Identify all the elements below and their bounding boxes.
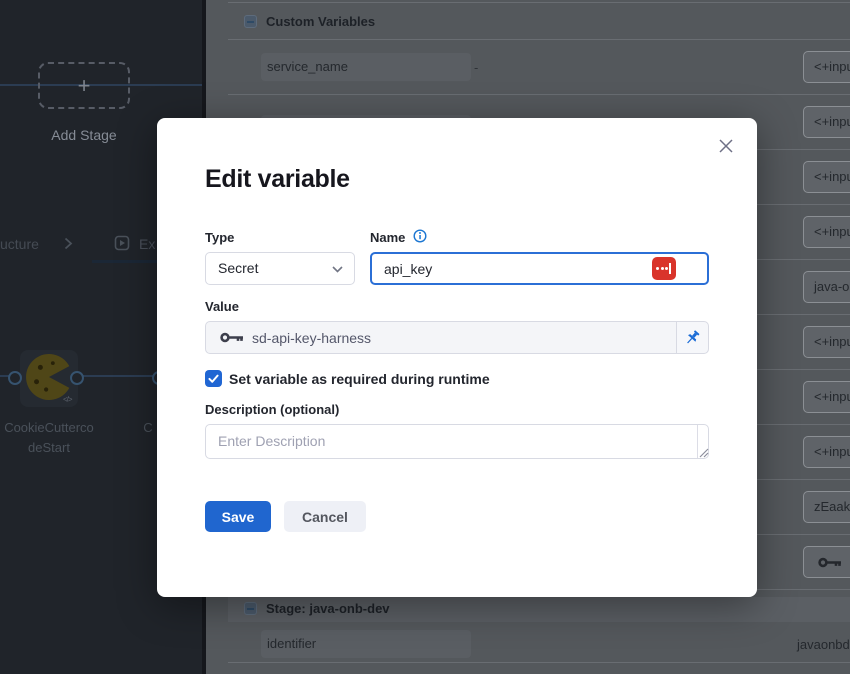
cookie-step-icon bbox=[26, 354, 72, 400]
collapse-section-icon[interactable] bbox=[244, 602, 257, 615]
type-label: Type bbox=[205, 230, 234, 245]
cancel-button-label: Cancel bbox=[302, 509, 348, 525]
variable-value-input[interactable]: zEaak bbox=[803, 491, 850, 523]
key-icon bbox=[220, 331, 244, 344]
cancel-button[interactable]: Cancel bbox=[284, 501, 366, 532]
code-badge: </> bbox=[63, 395, 72, 404]
save-button[interactable]: Save bbox=[205, 501, 271, 532]
row-divider bbox=[228, 2, 850, 3]
secret-value-input[interactable] bbox=[803, 546, 850, 578]
pushpin-icon bbox=[685, 330, 701, 346]
type-select[interactable]: Secret bbox=[205, 252, 355, 285]
chevron-down-icon bbox=[332, 266, 343, 273]
variable-value-input[interactable]: java-o bbox=[803, 271, 850, 303]
variable-value-input[interactable]: <+inpu bbox=[803, 436, 850, 468]
secret-reference-text: sd-api-key-harness bbox=[252, 330, 371, 346]
identifier-value: javaonbde bbox=[797, 637, 850, 652]
textarea-scrollbar-track bbox=[697, 425, 698, 458]
connector-dot bbox=[70, 371, 84, 385]
tab-execution-partial[interactable]: Ex bbox=[139, 236, 155, 252]
variable-value-input[interactable]: <+inpu bbox=[803, 381, 850, 413]
save-button-label: Save bbox=[222, 509, 255, 525]
dialog-title: Edit variable bbox=[205, 165, 350, 194]
collapse-section-icon[interactable] bbox=[244, 15, 257, 28]
variable-value-input[interactable]: <+inpu bbox=[803, 51, 850, 83]
edit-variable-dialog: Edit variable Type Name Secret Value sd-… bbox=[157, 118, 757, 597]
info-icon[interactable] bbox=[413, 229, 427, 243]
required-dash: - bbox=[474, 60, 478, 75]
value-label: Value bbox=[205, 299, 239, 314]
required-checkbox[interactable] bbox=[205, 370, 222, 387]
row-divider bbox=[228, 662, 850, 663]
close-icon[interactable] bbox=[718, 138, 734, 154]
variable-value-input[interactable]: <+inpu bbox=[803, 216, 850, 248]
name-label: Name bbox=[370, 230, 405, 245]
variable-name-cell: service_name bbox=[261, 53, 471, 81]
step-label-line1: CookieCutterco bbox=[1, 420, 97, 435]
add-stage-button[interactable]: + bbox=[38, 62, 130, 109]
checkmark-icon bbox=[207, 372, 220, 385]
plus-icon: + bbox=[78, 73, 91, 99]
variable-value-input[interactable]: <+inpu bbox=[803, 326, 850, 358]
key-icon bbox=[818, 556, 842, 569]
identifier-name-cell: identifier bbox=[261, 630, 471, 658]
chevron-right-icon bbox=[64, 237, 73, 250]
row-divider bbox=[228, 39, 850, 40]
description-label: Description (optional) bbox=[205, 402, 339, 417]
step-label-line2: deStart bbox=[1, 440, 97, 455]
row-divider bbox=[228, 94, 850, 95]
secret-value-field[interactable]: sd-api-key-harness bbox=[205, 321, 677, 354]
variable-value-input[interactable]: <+inpu bbox=[803, 161, 850, 193]
custom-variables-title: Custom Variables bbox=[266, 14, 375, 29]
add-stage-label: Add Stage bbox=[14, 127, 154, 143]
variable-value-input[interactable]: <+inpu bbox=[803, 106, 850, 138]
execution-tab-icon bbox=[114, 235, 130, 251]
description-textarea[interactable] bbox=[205, 424, 709, 459]
connector-dot bbox=[8, 371, 22, 385]
resize-grip-icon[interactable] bbox=[699, 448, 709, 458]
tab-infrastructure-partial[interactable]: ucture bbox=[0, 236, 39, 252]
pin-secret-button[interactable] bbox=[676, 321, 709, 354]
required-checkbox-label: Set variable as required during runtime bbox=[229, 371, 490, 387]
stage-section-title: Stage: java-onb-dev bbox=[266, 601, 390, 616]
fixed-value-type-icon[interactable] bbox=[652, 257, 676, 280]
type-selected-value: Secret bbox=[218, 260, 258, 276]
